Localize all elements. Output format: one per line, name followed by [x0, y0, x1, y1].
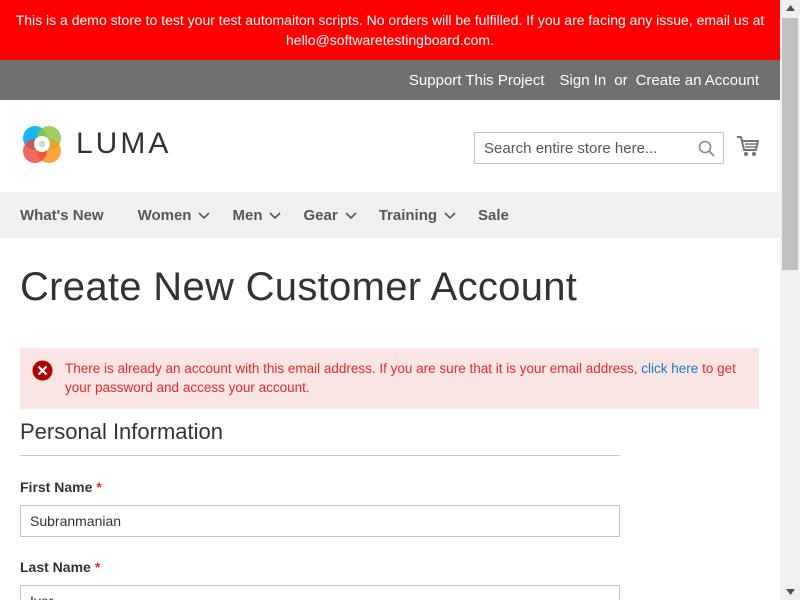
logo-text: LUMA — [76, 127, 172, 160]
nav-item-label: Gear — [303, 206, 338, 224]
or-separator: or — [614, 71, 628, 89]
search-input[interactable] — [475, 133, 694, 163]
error-message: There is already an account with this em… — [20, 348, 759, 409]
chevron-down-icon — [269, 211, 282, 219]
required-indicator: * — [96, 479, 102, 495]
scroll-up-arrow-icon[interactable] — [780, 0, 800, 16]
nav-item-label: Women — [137, 206, 192, 224]
support-project-link[interactable]: Support This Project — [409, 72, 545, 89]
nav-item-whats-new[interactable]: What's New — [20, 207, 104, 224]
error-text-before: There is already an account with this em… — [65, 361, 642, 376]
scroll-down-arrow-icon[interactable] — [780, 584, 800, 600]
first-name-input[interactable] — [20, 505, 620, 537]
chevron-down-icon — [444, 211, 456, 219]
forgot-password-link[interactable]: click here — [641, 361, 698, 376]
nav-item-women[interactable]: Women — [138, 207, 211, 224]
search-icon[interactable] — [698, 140, 715, 157]
vertical-scrollbar[interactable] — [780, 0, 800, 600]
nav-item-label: Training — [378, 206, 438, 224]
site-header: LUMA — [0, 100, 780, 192]
last-name-label-text: Last Name — [20, 559, 91, 575]
demo-notice-banner: This is a demo store to test your test a… — [0, 0, 780, 60]
nav-item-training[interactable]: Training — [379, 207, 456, 224]
required-indicator: * — [94, 559, 101, 575]
create-account-link[interactable]: Create an Account — [636, 72, 759, 89]
personal-information-legend: Personal Information — [20, 420, 620, 456]
logo-link[interactable]: LUMA — [20, 122, 171, 166]
chevron-down-icon — [345, 211, 357, 219]
demo-notice-text: This is a demo store to test your test a… — [15, 12, 765, 48]
nav-item-label: What's New — [20, 206, 104, 224]
sign-in-link[interactable]: Sign In — [560, 72, 607, 89]
search-box — [474, 132, 724, 164]
first-name-label-text: First Name — [20, 479, 93, 495]
last-name-label: Last Name * — [20, 559, 100, 575]
nav-item-gear[interactable]: Gear — [303, 206, 357, 224]
nav-item-men[interactable]: Men — [232, 206, 282, 224]
nav-item-sale[interactable]: Sale — [478, 207, 509, 224]
nav-item-label: Men — [232, 206, 263, 224]
first-name-label: First Name * — [20, 479, 102, 495]
cart-icon[interactable] — [736, 134, 760, 158]
main-navigation: What's New Women Men Gear Training Sale — [0, 192, 780, 238]
page: This is a demo store to test your test a… — [0, 0, 780, 600]
nav-item-label: Sale — [478, 206, 509, 224]
error-icon — [32, 360, 53, 381]
chevron-down-icon — [198, 211, 211, 219]
luma-logo-icon — [23, 126, 61, 163]
page-title: Create New Customer Account — [20, 265, 578, 309]
header-links-bar: Support This Project Sign In or Create a… — [0, 60, 780, 100]
last-name-input[interactable] — [20, 585, 620, 600]
scrollbar-thumb[interactable] — [782, 18, 798, 270]
